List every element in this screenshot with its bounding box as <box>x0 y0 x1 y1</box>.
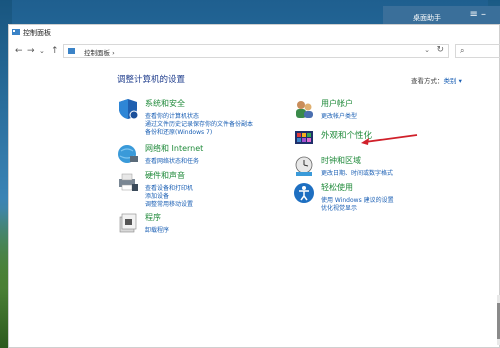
category-title[interactable]: 程序 <box>145 212 161 223</box>
clock-icon <box>295 156 313 176</box>
desktop-assistant-title: 桌面助手 <box>413 14 441 22</box>
control-panel-icon <box>68 48 75 54</box>
printer-icon <box>119 173 138 191</box>
users-icon <box>296 101 313 118</box>
category-link[interactable]: 更改帐户类型 <box>321 111 357 120</box>
category-link[interactable]: 调整常用移动设置 <box>145 199 193 208</box>
category-hardware-sound: 硬件和声音 查看设备和打印机 添加设备 调整常用移动设置 <box>117 170 267 210</box>
control-panel-window: 控制面板 ← → ⌄ ↑ 控制面板 › ⌄ ↻ ⌕ 调整计算机的设置 查看方式：… <box>8 24 500 348</box>
search-input[interactable]: ⌕ <box>455 44 500 58</box>
menu-icon[interactable]: ≡ – <box>469 10 486 20</box>
category-title[interactable]: 用户帐户 <box>321 98 353 109</box>
view-by[interactable]: 查看方式：类别 ▾ <box>411 75 462 85</box>
category-link[interactable]: 更改日期、时间或数字格式 <box>321 168 393 177</box>
category-ease-of-access: 轻松使用 使用 Windows 建议的设置 优化视觉显示 <box>293 182 443 212</box>
category-network-internet: 网络和 Internet 查看网络状态和任务 <box>117 143 267 167</box>
network-globe-icon <box>118 145 138 163</box>
shield-icon <box>119 99 139 120</box>
appearance-icon <box>295 131 313 144</box>
category-user-accounts: 用户帐户 更改帐户类型 <box>293 98 443 122</box>
category-link[interactable]: 查看网络状态和任务 <box>145 156 199 165</box>
category-title[interactable]: 硬件和声音 <box>145 170 185 181</box>
view-by-label: 查看方式： <box>411 77 444 85</box>
category-title[interactable]: 网络和 Internet <box>145 143 203 154</box>
ease-of-access-icon <box>294 183 314 203</box>
category-system-security: 系统和安全 查看你的计算机状态 通过文件历史记录保存你的文件备份副本 备份和还原… <box>117 98 267 138</box>
control-panel-icon <box>12 29 20 35</box>
page-title: 调整计算机的设置 <box>117 75 186 85</box>
programs-icon <box>119 213 137 233</box>
category-title[interactable]: 轻松使用 <box>321 182 353 193</box>
category-title[interactable]: 时钟和区域 <box>321 155 361 166</box>
window-title: 控制面板 <box>23 29 51 37</box>
category-link[interactable]: 备份和还原(Windows 7) <box>145 127 212 136</box>
address-breadcrumb[interactable]: 控制面板 › <box>84 47 115 57</box>
navigation-bar: ← → ⌄ ↑ 控制面板 › ⌄ ↻ ⌕ <box>9 42 500 60</box>
annotation-arrow-icon <box>361 134 418 145</box>
view-by-dropdown[interactable]: 类别 ▾ <box>444 77 462 85</box>
address-bar[interactable]: 控制面板 › ⌄ ↻ <box>63 44 449 58</box>
title-bar: 控制面板 <box>9 25 499 40</box>
chevron-down-icon[interactable]: ⌄ <box>424 46 430 54</box>
forward-button[interactable]: → <box>27 45 35 57</box>
search-icon: ⌕ <box>460 46 465 55</box>
refresh-icon[interactable]: ↻ <box>436 45 444 55</box>
category-programs: 程序 卸载程序 <box>117 212 267 236</box>
back-button[interactable]: ← <box>15 45 23 57</box>
up-button[interactable]: ↑ <box>51 45 59 57</box>
category-link[interactable]: 优化视觉显示 <box>321 203 357 212</box>
recent-locations-button[interactable]: ⌄ <box>39 45 45 57</box>
category-clock-region: 时钟和区域 更改日期、时间或数字格式 <box>293 155 443 179</box>
category-title[interactable]: 系统和安全 <box>145 98 185 109</box>
category-link[interactable]: 卸载程序 <box>145 225 169 234</box>
